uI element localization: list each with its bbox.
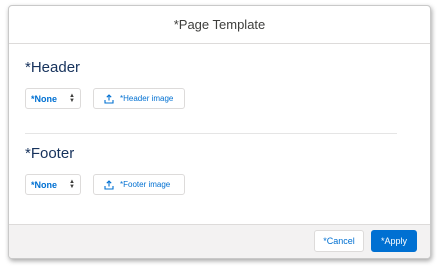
footer-select[interactable]: *None ▲ ▼ [25,174,81,195]
up-down-arrows-icon: ▲ ▼ [69,92,75,104]
footer-select-value: *None [31,179,58,190]
dialog-footer: *Cancel *Apply [9,224,430,258]
header-image-upload-button[interactable]: *Header image [93,88,185,109]
header-controls: *None ▲ ▼ *Header image [25,88,397,109]
upload-icon [104,179,114,190]
up-down-arrows-icon: ▲ ▼ [69,178,75,190]
cancel-button[interactable]: *Cancel [314,230,364,252]
dialog-title: *Page Template [173,17,266,32]
dialog-header: *Page Template [9,6,430,44]
footer-controls: *None ▲ ▼ *Footer image [25,174,397,195]
upload-icon [104,93,114,104]
header-section-title: *Header [25,59,81,76]
footer-section-title: *Footer [25,145,75,162]
page-template-dialog: *Page Template *Header *None ▲▼ *Header [8,5,431,259]
footer-image-upload-button[interactable]: *Footer image [93,174,185,195]
section-divider [25,133,397,134]
header-image-upload-label: *Header image [120,94,174,103]
apply-button[interactable]: *Apply [371,230,417,252]
header-select-value: *None [31,93,58,104]
header-select[interactable]: *None ▲ ▼ [25,88,81,109]
footer-image-upload-label: *Footer image [120,180,171,189]
header-section: *Header *None ▲ ▼ *Header image [25,58,397,109]
footer-section: *Footer *None ▲ ▼ *Footer image [25,144,397,195]
